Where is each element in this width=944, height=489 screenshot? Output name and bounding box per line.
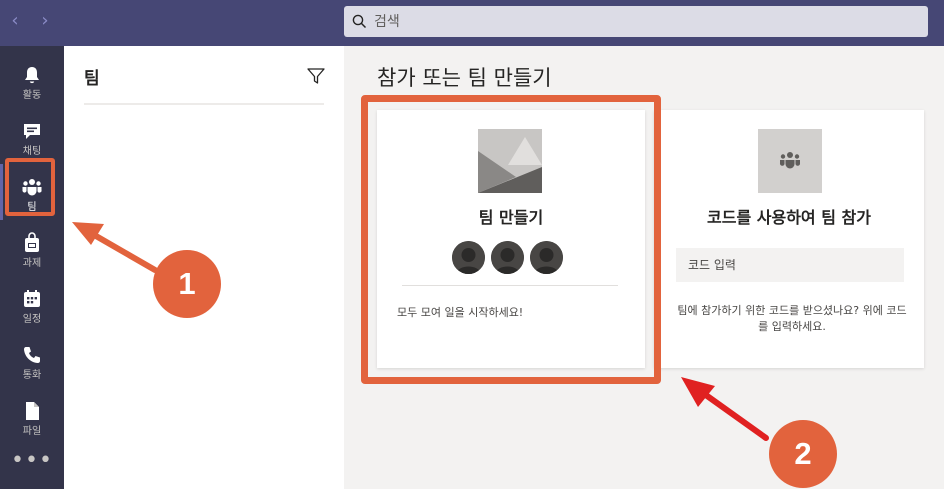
join-team-card: 코드를 사용하여 팀 참가 팀에 참가하기 위한 코드를 받으셨나요? 위에 코…: [654, 110, 924, 368]
rail-item-label: 일정: [22, 314, 42, 325]
team-code-input[interactable]: [676, 248, 904, 282]
chevron-left-icon[interactable]: ‹: [4, 10, 26, 32]
search-input[interactable]: [374, 6, 914, 37]
rail-item-label: 과제: [22, 258, 42, 269]
chevron-right-icon[interactable]: ›: [34, 10, 56, 32]
search-box[interactable]: [344, 6, 928, 37]
rail-item-label: 채팅: [22, 146, 42, 157]
more-apps-button[interactable]: •••: [0, 450, 64, 478]
page-title: 참가 또는 팀 만들기: [377, 66, 552, 90]
join-team-title: 코드를 사용하여 팀 참가: [707, 208, 871, 227]
filter-icon[interactable]: [306, 66, 326, 86]
rail-item-calls[interactable]: 통화: [0, 332, 64, 388]
annotation-badge-2: 2: [769, 420, 837, 488]
join-team-description: 팀에 참가하기 위한 코드를 받으셨나요? 위에 코드를 입력하세요.: [677, 304, 907, 333]
divider: [84, 103, 324, 105]
chat-icon: [24, 124, 40, 139]
rail-item-label: 통화: [22, 370, 42, 381]
highlight-box-create-team: [361, 95, 661, 384]
rail-item-assignments[interactable]: 과제: [0, 220, 64, 276]
annotation-badge-1: 1: [153, 250, 221, 318]
title-bar: ‹ ›: [0, 0, 944, 46]
rail-item-activity[interactable]: 활동: [0, 52, 64, 108]
rail-item-files[interactable]: 파일: [0, 388, 64, 444]
rail-item-calendar[interactable]: 일정: [0, 276, 64, 332]
teams-icon: [779, 152, 801, 169]
app-rail: 활동 채팅 팀 과제 일정 통화 파일 •••: [0, 46, 64, 489]
calendar-icon: [24, 290, 40, 307]
teams-pane-title: 팀: [84, 69, 100, 89]
backpack-icon: [25, 232, 39, 252]
phone-icon: [24, 347, 40, 363]
highlight-box-teams: [5, 158, 55, 216]
search-icon: [352, 14, 367, 29]
rail-item-chat[interactable]: 채팅: [0, 108, 64, 164]
rail-item-label: 활동: [22, 90, 42, 101]
join-team-image: [758, 129, 822, 193]
bell-icon: [25, 67, 39, 84]
file-icon: [26, 402, 39, 420]
rail-item-label: 파일: [22, 426, 42, 437]
